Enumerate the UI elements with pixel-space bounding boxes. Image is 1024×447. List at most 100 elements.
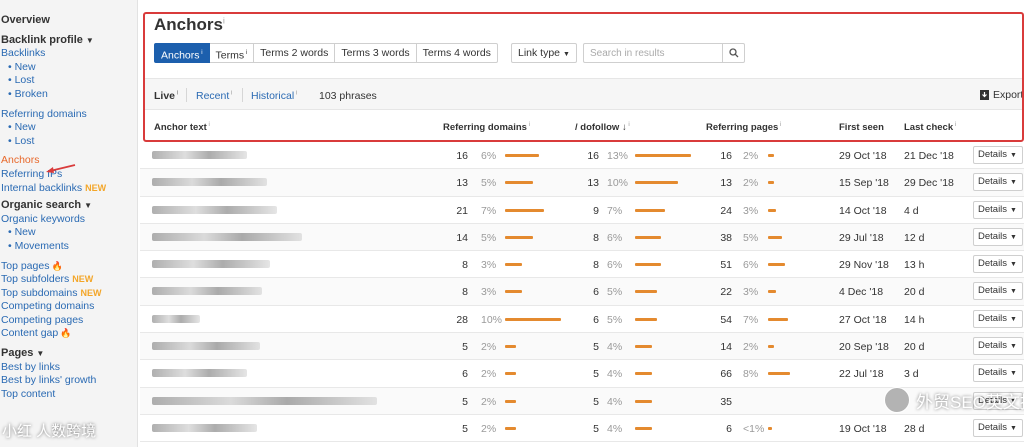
sidebar-backlink-profile[interactable]: Backlink profile ▼	[0, 34, 137, 48]
search-box	[583, 43, 745, 63]
details-button[interactable]: Details ▼	[973, 255, 1023, 274]
sidebar-competing-pages[interactable]: Competing pages	[0, 314, 137, 328]
details-label: Details	[978, 421, 1008, 433]
anchor-text-redacted[interactable]	[152, 369, 247, 378]
sidebar-internal-backlinks[interactable]: Internal backlinks NEW	[0, 182, 137, 196]
sidebar-rd-new[interactable]: New	[0, 121, 137, 135]
col-referring-pages[interactable]: Referring pages i	[706, 122, 781, 133]
filter-historical[interactable]: Historical i	[251, 90, 297, 102]
info-icon[interactable]: i	[223, 16, 225, 25]
tab-terms-3-words[interactable]: Terms 3 words	[335, 43, 417, 63]
sidebar-backlinks-lost[interactable]: Lost	[0, 74, 137, 88]
search-icon	[728, 48, 738, 58]
dofollow-percent: 6%	[607, 231, 623, 244]
anchor-text-redacted[interactable]	[152, 205, 277, 214]
anchor-text-redacted[interactable]	[152, 260, 270, 269]
details-label: Details	[978, 258, 1008, 270]
search-input[interactable]	[584, 44, 722, 62]
anchor-text-redacted[interactable]	[152, 232, 302, 241]
sidebar-ok-new[interactable]: New	[0, 226, 137, 240]
details-button[interactable]: Details ▼	[973, 200, 1023, 219]
rd-percent: 3%	[481, 259, 497, 272]
link-type-dropdown[interactable]: Link type ▼	[511, 43, 577, 63]
sidebar-top-pages[interactable]: Top pages 🔥	[0, 260, 137, 274]
sidebar-rd-lost[interactable]: Lost	[0, 135, 137, 149]
anchor-text-redacted[interactable]	[152, 287, 262, 296]
search-button[interactable]	[722, 44, 744, 62]
anchor-text-redacted[interactable]	[152, 314, 200, 323]
details-button[interactable]: Details ▼	[973, 146, 1023, 164]
filter-live[interactable]: Live i	[154, 90, 178, 102]
dofollow-bar	[635, 181, 678, 185]
sidebar-top-content[interactable]: Top content	[0, 388, 137, 402]
dofollow-percent: 5%	[607, 286, 623, 299]
sidebar-referring-domains[interactable]: Referring domains	[0, 108, 137, 122]
sidebar-overview[interactable]: Overview	[0, 14, 137, 28]
rp-percent: 3%	[743, 286, 759, 299]
chevron-down-icon: ▼	[36, 349, 45, 359]
rp-bar	[768, 345, 774, 349]
details-button[interactable]: Details ▼	[973, 337, 1023, 356]
sidebar-backlinks-broken[interactable]: Broken	[0, 88, 137, 102]
details-button[interactable]: Details ▼	[973, 418, 1023, 437]
anchor-text-redacted[interactable]	[152, 151, 247, 159]
sidebar-backlinks[interactable]: Backlinks	[0, 47, 137, 61]
sidebar-organic-keywords[interactable]: Organic keywords	[0, 213, 137, 227]
sidebar-backlinks-new[interactable]: New	[0, 61, 137, 75]
export-button[interactable]: Export	[980, 89, 1023, 101]
sidebar-content-gap[interactable]: Content gap 🔥	[0, 327, 137, 341]
rp-percent: 2%	[743, 177, 759, 190]
sidebar-organic-search[interactable]: Organic search ▼	[0, 199, 137, 213]
details-button[interactable]: Details ▼	[973, 309, 1023, 328]
rp-value: 22	[720, 286, 732, 299]
sidebar: Overview Backlink profile▼ Backlinks New…	[0, 0, 138, 447]
last-check-value: 29 Dec '18	[904, 177, 954, 190]
anchor-text-redacted[interactable]	[152, 396, 377, 405]
rp-percent: 7%	[743, 313, 759, 326]
last-check-value: 4 d	[904, 204, 919, 217]
rd-percent: 5%	[481, 231, 497, 244]
sidebar-best-by-links[interactable]: Best by links	[0, 361, 137, 375]
rd-value: 13	[456, 177, 468, 190]
sidebar-competing-domains[interactable]: Competing domains	[0, 300, 137, 314]
col-referring-domains[interactable]: Referring domains i	[443, 122, 530, 133]
details-button[interactable]: Details ▼	[973, 227, 1023, 246]
rp-value: 38	[720, 231, 732, 244]
anchor-text-redacted[interactable]	[152, 178, 267, 187]
dofollow-value: 9	[593, 204, 599, 217]
details-label: Details	[978, 285, 1008, 297]
dofollow-percent: 4%	[607, 422, 623, 435]
sidebar-pages[interactable]: Pages ▼	[0, 347, 137, 361]
col-anchor-text[interactable]: Anchor text i	[154, 122, 210, 133]
filter-recent[interactable]: Recent i	[196, 90, 232, 102]
col-last-check[interactable]: Last check i	[904, 122, 956, 133]
filter-historical-label: Historical	[251, 90, 295, 102]
sidebar-top-subfolders[interactable]: Top subfolders NEW	[0, 273, 137, 287]
tab-terms-2-words[interactable]: Terms 2 words	[254, 43, 336, 63]
sidebar-best-by-links-growth[interactable]: Best by links' growth	[0, 374, 137, 388]
anchor-text-redacted[interactable]	[152, 342, 260, 351]
col-first-seen[interactable]: First seen	[839, 122, 884, 133]
rp-value: 13	[720, 177, 732, 190]
anchor-text-redacted[interactable]	[152, 423, 257, 432]
tab-anchors[interactable]: Anchors i	[154, 43, 210, 63]
dofollow-bar	[635, 345, 653, 349]
details-button[interactable]: Details ▼	[973, 282, 1023, 301]
tab-terms-4-words[interactable]: Terms 4 words	[416, 43, 498, 63]
chevron-down-icon: ▼	[1010, 315, 1017, 323]
dofollow-bar	[635, 235, 661, 239]
dofollow-value: 5	[593, 368, 599, 381]
last-check-value: 13 h	[904, 259, 925, 272]
tab-terms[interactable]: Terms i	[209, 43, 255, 63]
details-button[interactable]: Details ▼	[973, 173, 1023, 192]
divider	[242, 88, 243, 102]
dofollow-percent: 4%	[607, 341, 623, 354]
sidebar-top-subdomains[interactable]: Top subdomains NEW	[0, 287, 137, 301]
info-icon: i	[244, 50, 248, 56]
details-button[interactable]: Details ▼	[973, 364, 1023, 383]
details-label: Details	[978, 176, 1008, 188]
rp-bar	[768, 372, 791, 376]
rd-value: 21	[456, 204, 468, 217]
col-dofollow[interactable]: / dofollow ↓ i	[575, 122, 630, 133]
sidebar-ok-movements[interactable]: Movements	[0, 240, 137, 254]
